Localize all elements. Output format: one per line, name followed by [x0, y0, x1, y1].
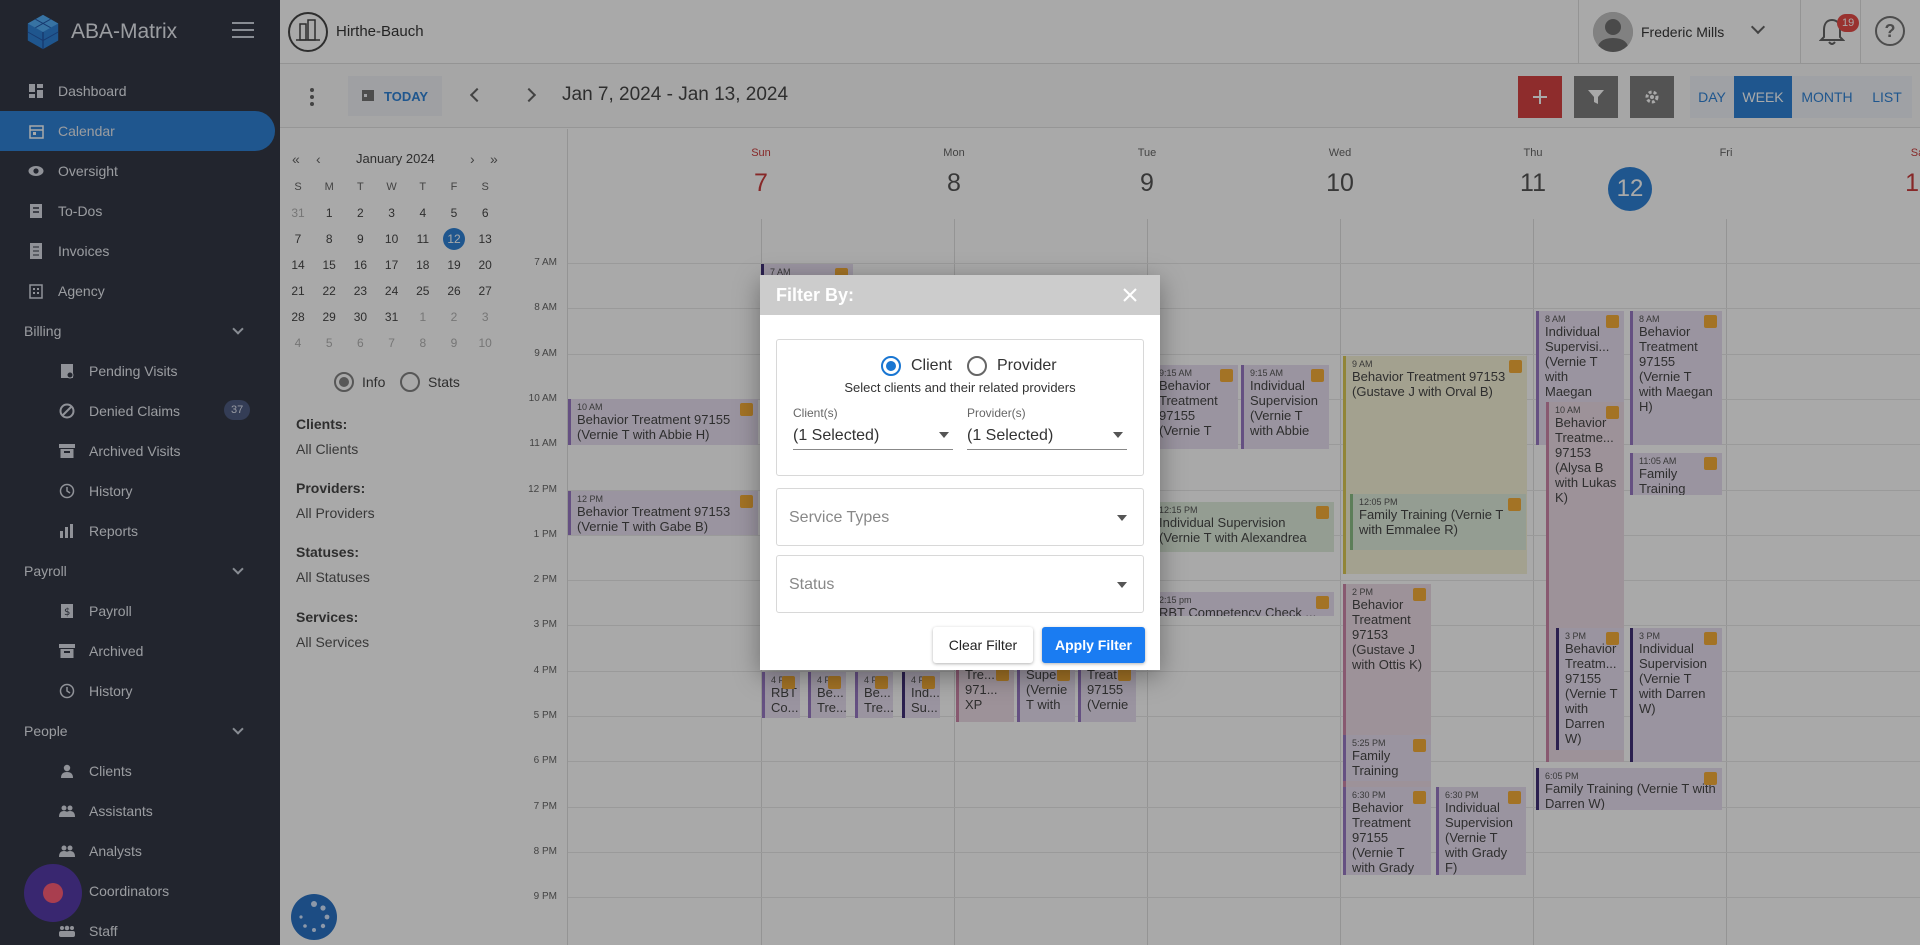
dropdown-caret-icon — [1117, 582, 1127, 588]
client-provider-box: Client Provider Select clients and their… — [776, 339, 1144, 476]
clients-select-label: Client(s) — [793, 406, 838, 420]
provider-radio[interactable]: Provider — [967, 356, 1057, 376]
dialog-header: Filter By: — [760, 275, 1160, 315]
client-radio[interactable]: Client — [881, 356, 952, 376]
service-types-select[interactable]: Service Types — [776, 488, 1144, 546]
dropdown-caret-icon — [1113, 432, 1123, 438]
radio-unchecked-icon — [967, 356, 987, 376]
close-icon[interactable] — [1122, 287, 1138, 303]
status-select[interactable]: Status — [776, 555, 1144, 613]
filter-dialog: Filter By: Client Provider Select client… — [760, 275, 1160, 670]
providers-select-value: (1 Selected) — [967, 427, 1054, 444]
apply-filter-button[interactable]: Apply Filter — [1042, 627, 1145, 663]
clear-filter-button[interactable]: Clear Filter — [933, 627, 1033, 663]
clients-select[interactable]: Client(s) (1 Selected) — [793, 406, 953, 450]
status-placeholder: Status — [789, 576, 835, 593]
client-radio-label: Client — [911, 357, 952, 374]
dropdown-caret-icon — [1117, 515, 1127, 521]
service-types-placeholder: Service Types — [789, 509, 890, 526]
provider-radio-label: Provider — [997, 357, 1057, 374]
filter-hint: Select clients and their related provide… — [844, 380, 1076, 395]
providers-select-label: Provider(s) — [967, 406, 1026, 420]
dialog-title: Filter By: — [776, 285, 855, 305]
radio-checked-icon — [881, 356, 901, 376]
providers-select[interactable]: Provider(s) (1 Selected) — [967, 406, 1127, 450]
clients-select-value: (1 Selected) — [793, 427, 880, 444]
dropdown-caret-icon — [939, 432, 949, 438]
